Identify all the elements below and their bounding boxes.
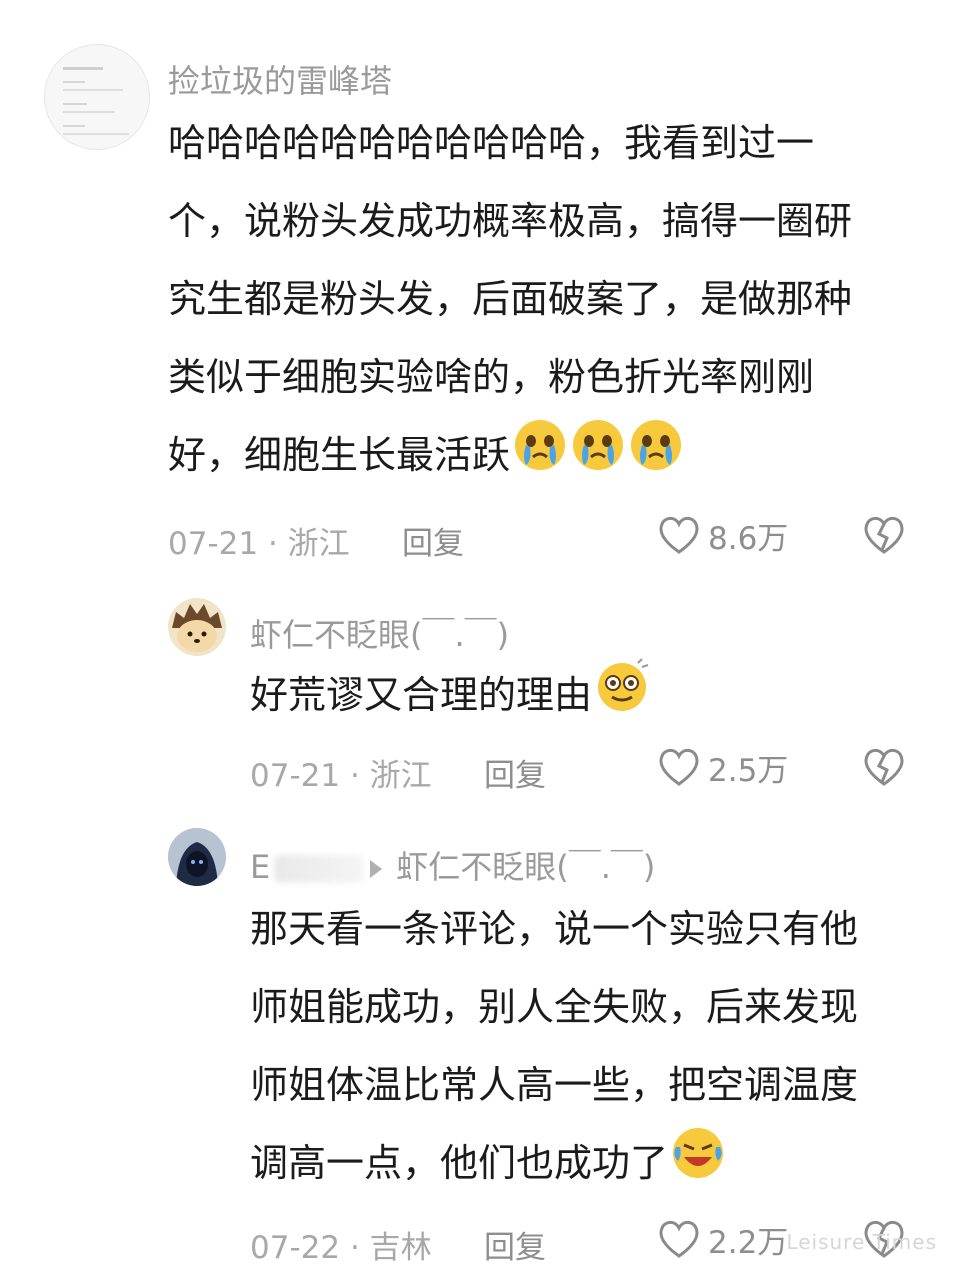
comment-line: 那天看一条评论，说一个实验只有他 (250, 907, 859, 951)
comment-location: 浙江 (287, 526, 350, 562)
comment-line-text: 好荒谬又合理的理由 (250, 673, 593, 717)
like-count: 2.5万 (708, 752, 789, 789)
meta-separator: · (340, 758, 370, 794)
comment-line: 好，细胞生长最活跃 (168, 416, 852, 499)
avatar[interactable] (168, 828, 226, 886)
comment-line: 哈哈哈哈哈哈哈哈哈哈哈，我看到过一 (168, 121, 815, 165)
document-thumbnail-icon (63, 67, 129, 135)
crying-emoji-icon (570, 417, 626, 499)
comment-text: 好荒谬又合理的理由 (250, 656, 650, 739)
comment-date: 07-22 (250, 1230, 341, 1266)
comment-line-text: 好，细胞生长最活跃 (168, 433, 511, 477)
comment-line: 师姐体温比常人高一些，把空调温度 (250, 1063, 859, 1107)
reply-to-username[interactable]: 虾仁不眨眼(￣.￣) (396, 848, 655, 886)
username[interactable]: 虾仁不眨眼(￣.￣) (250, 610, 509, 656)
comment-text: 那天看一条评论，说一个实验只有他 师姐能成功，别人全失败，后来发现 师姐体温比常… (250, 890, 858, 1207)
like-button[interactable]: 2.2万 (656, 1216, 788, 1262)
reply-username-row: E 虾仁不眨眼(￣.￣) (250, 842, 655, 888)
laughing-crying-emoji-icon (670, 1125, 726, 1207)
reply-arrow-icon (370, 860, 383, 878)
dislike-button[interactable] (860, 512, 908, 562)
broken-heart-icon (864, 748, 904, 786)
comment-meta: 07-22 · 吉林 (250, 1222, 432, 1267)
blurred-username-part (274, 855, 365, 883)
comment-date: 07-21 (250, 758, 341, 794)
avatar[interactable] (44, 44, 150, 150)
comment-line: 究生都是粉头发，后面破案了，是做那种 (168, 277, 853, 321)
hooded-figure-avatar-icon (168, 828, 226, 886)
watermark: Leisure Times (786, 1230, 937, 1254)
heart-icon (659, 748, 699, 786)
comment-line: 类似于细胞实验啥的，粉色折光率刚刚 (168, 355, 815, 399)
crying-emoji-icon (512, 417, 568, 499)
reply-button[interactable]: 回复 (402, 518, 464, 563)
avatar[interactable] (168, 598, 226, 656)
comment-location: 浙江 (369, 758, 432, 794)
comment-line: 好荒谬又合理的理由 (250, 656, 650, 739)
meta-separator: · (258, 526, 288, 562)
hedgehog-avatar-icon (172, 604, 222, 652)
dizzy-eyes-emoji-icon (594, 657, 650, 739)
crying-emoji-icon (628, 417, 684, 499)
comment-line: 师姐能成功，别人全失败，后来发现 (250, 985, 859, 1029)
reply-button[interactable]: 回复 (484, 1222, 546, 1267)
dislike-button[interactable] (860, 744, 908, 794)
heart-icon (659, 1220, 699, 1258)
comment-meta: 07-21 · 浙江 (250, 750, 432, 795)
comment-text: 哈哈哈哈哈哈哈哈哈哈哈，我看到过一 个，说粉头发成功概率极高，搞得一圈研 究生都… (168, 104, 852, 499)
comment-line: 个，说粉头发成功概率极高，搞得一圈研 (168, 199, 853, 243)
like-button[interactable]: 8.6万 (656, 512, 788, 558)
like-button[interactable]: 2.5万 (656, 744, 788, 790)
username[interactable]: 捡垃圾的雷峰塔 (168, 56, 392, 102)
like-count: 2.2万 (708, 1224, 789, 1261)
comment-meta: 07-21 · 浙江 (168, 518, 350, 563)
comment-location: 吉林 (369, 1230, 432, 1266)
reply-button[interactable]: 回复 (484, 750, 546, 795)
comment-line-text: 调高一点，他们也成功了 (250, 1141, 669, 1185)
broken-heart-icon (864, 516, 904, 554)
like-count: 8.6万 (708, 520, 789, 557)
comment-date: 07-21 (168, 526, 259, 562)
comment-line: 调高一点，他们也成功了 (250, 1124, 858, 1207)
heart-icon (659, 516, 699, 554)
username[interactable]: E (250, 848, 270, 886)
meta-separator: · (340, 1230, 370, 1266)
